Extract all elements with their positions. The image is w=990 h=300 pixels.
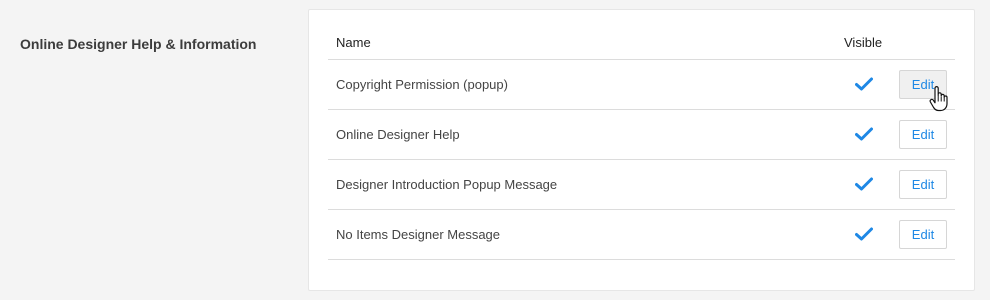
- edit-button[interactable]: Edit: [899, 70, 947, 99]
- page: Online Designer Help & Information Name …: [0, 0, 990, 300]
- checkmark-icon: [855, 177, 873, 191]
- table-row: Copyright Permission (popup) Edit: [328, 60, 955, 110]
- table-row: Online Designer Help Edit: [328, 110, 955, 160]
- checkmark-icon: [855, 227, 873, 241]
- column-header-visible: Visible: [844, 35, 883, 50]
- edit-button[interactable]: Edit: [899, 220, 947, 249]
- table-row: Designer Introduction Popup Message Edit: [328, 160, 955, 210]
- checkmark-icon: [855, 127, 873, 141]
- row-name: Online Designer Help: [336, 127, 460, 142]
- checkmark-icon: [855, 77, 873, 91]
- help-info-card: Name Visible Copyright Permission (popup…: [308, 9, 975, 291]
- table-header: Name Visible: [328, 25, 955, 60]
- row-name: Copyright Permission (popup): [336, 77, 508, 92]
- edit-button[interactable]: Edit: [899, 170, 947, 199]
- help-info-table: Name Visible Copyright Permission (popup…: [328, 25, 955, 260]
- row-name: No Items Designer Message: [336, 227, 501, 242]
- edit-button[interactable]: Edit: [899, 120, 947, 149]
- section-title: Online Designer Help & Information: [20, 36, 257, 52]
- table-row: No Items Designer Message Edit: [328, 210, 955, 260]
- column-header-name: Name: [336, 35, 371, 50]
- row-name: Designer Introduction Popup Message: [336, 177, 558, 192]
